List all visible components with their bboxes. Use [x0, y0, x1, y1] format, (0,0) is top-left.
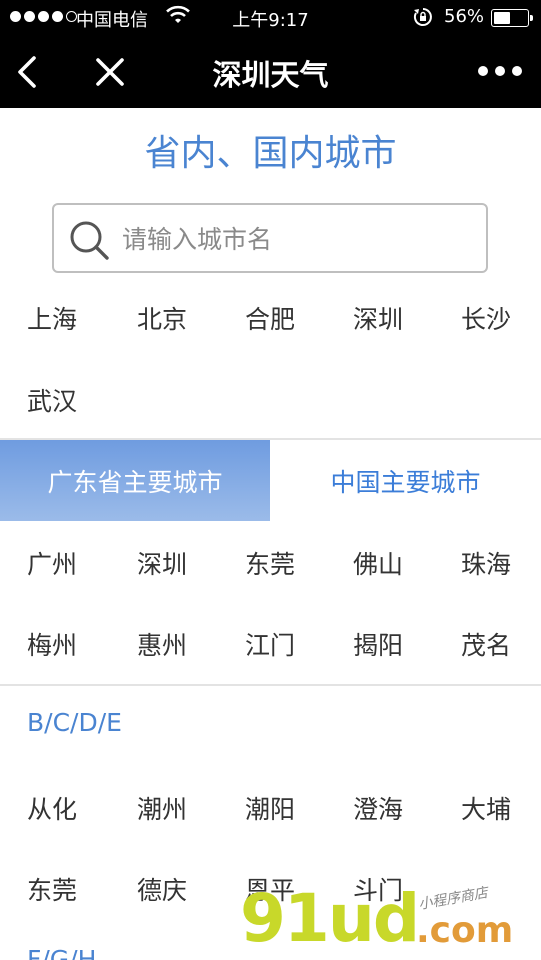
search-icon [70, 221, 109, 260]
city-item[interactable]: 东莞 [216, 545, 324, 581]
city-item[interactable]: 北京 [108, 300, 216, 336]
status-bar: 中国电信 上午9:17 56% [0, 0, 541, 36]
city-item[interactable]: 武汉 [0, 382, 108, 418]
watermark-main: 91ud [240, 880, 420, 957]
city-item[interactable]: 潮阳 [216, 790, 324, 826]
city-item[interactable]: 从化 [0, 790, 108, 826]
battery-nub [530, 15, 533, 21]
search-box[interactable] [52, 203, 488, 273]
section-title: 省内、国内城市 [144, 133, 397, 174]
city-item[interactable]: 梅州 [0, 626, 108, 662]
more-dots-icon[interactable] [478, 58, 522, 84]
city-item[interactable]: 江门 [216, 626, 324, 662]
city-item[interactable]: 惠州 [108, 626, 216, 662]
tab-china-cities[interactable]: 中国主要城市 [270, 440, 541, 521]
city-item[interactable]: 广州 [0, 545, 108, 581]
city-tabs: 广东省主要城市 中国主要城市 [0, 440, 541, 521]
city-item[interactable]: 揭阳 [324, 626, 432, 662]
city-item[interactable]: 潮州 [108, 790, 216, 826]
city-item[interactable]: 大埔 [432, 790, 540, 826]
city-item[interactable]: 德庆 [108, 871, 216, 907]
tab-guangdong-cities[interactable]: 广东省主要城市 [0, 440, 270, 521]
letter-group-heading: B/C/D/E [27, 708, 122, 737]
city-item[interactable]: 长沙 [432, 300, 540, 336]
city-item[interactable]: 深圳 [108, 545, 216, 581]
battery-icon [491, 9, 533, 27]
page-title: 深圳天气 [212, 58, 329, 92]
search-input[interactable] [122, 221, 472, 257]
battery-percent: 56% [444, 6, 485, 27]
city-item[interactable]: 合肥 [216, 300, 324, 336]
city-item[interactable]: 佛山 [324, 545, 432, 581]
watermark-logo: 91ud 小程序商店 .com [240, 880, 541, 960]
battery-fill [494, 12, 511, 24]
watermark-domain: .com [416, 910, 514, 951]
rotation-lock-icon [413, 8, 432, 26]
nav-bar: 深圳天气 [0, 36, 541, 108]
city-item[interactable]: 澄海 [324, 790, 432, 826]
top-bar: 中国电信 上午9:17 56% 深圳天气 [0, 0, 541, 108]
city-item[interactable]: 东莞 [0, 871, 108, 907]
city-item[interactable]: 珠海 [432, 545, 540, 581]
city-item[interactable]: 深圳 [324, 300, 432, 336]
city-item[interactable]: 上海 [0, 300, 108, 336]
divider [0, 684, 541, 686]
next-letter-group-heading: F/G/H [27, 945, 97, 960]
city-item[interactable]: 茂名 [432, 626, 540, 662]
